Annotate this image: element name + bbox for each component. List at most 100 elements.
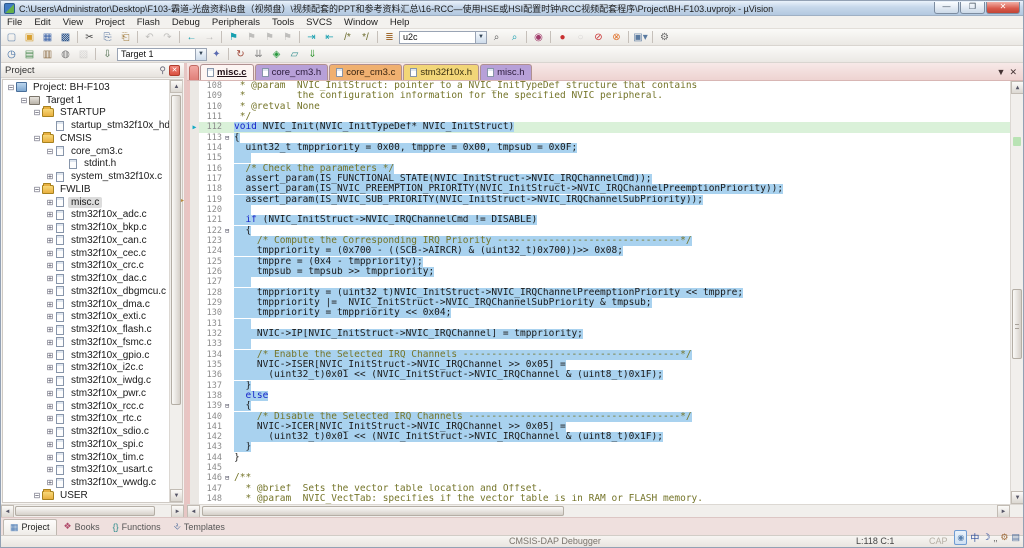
breakpoint-margin[interactable] <box>190 246 199 256</box>
breakpoint-margin[interactable] <box>190 401 199 411</box>
editor-tab-core_cm3-c[interactable]: core_cm3.c <box>329 64 402 80</box>
tree-item[interactable]: ⊞stm32f10x_gpio.c <box>3 349 169 362</box>
view-tab-project[interactable]: ▦Project <box>3 519 57 535</box>
tree-item[interactable]: ⊟USER <box>3 489 169 502</box>
memory-window-icon[interactable]: ◍ <box>57 47 74 62</box>
expand-icon[interactable]: ⊞ <box>45 172 55 181</box>
menu-svcs[interactable]: SVCS <box>300 16 338 28</box>
tree-item[interactable]: ⊞stm32f10x_can.c <box>3 234 169 247</box>
bookmark-prev-icon[interactable]: ⚑ <box>243 30 260 45</box>
tree-item[interactable]: ⊞stm32f10x_adc.c <box>3 209 169 222</box>
code-line[interactable]: 128 tmppriority = (uint32_t)NVIC_InitStr… <box>190 288 1023 298</box>
tree-item[interactable]: ⊞stm32f10x_wwdg.c <box>3 476 169 489</box>
find-in-files-icon[interactable]: ◉ <box>530 30 547 45</box>
incremental-find-icon[interactable]: ⌕ <box>506 30 523 45</box>
breakpoint-margin[interactable] <box>190 143 199 153</box>
tree-item[interactable]: ⊞stm32f10x_i2c.c <box>3 362 169 375</box>
editor-tab-stm32f10x-h[interactable]: stm32f10x.h <box>403 64 479 80</box>
breakpoint-margin[interactable] <box>190 432 199 442</box>
code-line[interactable]: ▶112void NVIC_Init(NVIC_InitTypeDef* NVI… <box>190 122 1023 132</box>
debug-session-icon[interactable]: ◷ <box>3 47 20 62</box>
expand-icon[interactable]: ⊞ <box>45 274 55 283</box>
tree-item[interactable]: startup_stm32f10x_hd.s <box>3 119 169 132</box>
tree-item[interactable]: ⊞stm32f10x_crc.c <box>3 260 169 273</box>
code-line[interactable]: 133 <box>190 339 1023 349</box>
tree-item[interactable]: ⊞stm32f10x_cec.c <box>3 247 169 260</box>
code-line[interactable]: 141 NVIC->ICER[NVIC_InitStruct->NVIC_IRQ… <box>190 422 1023 432</box>
menu-help[interactable]: Help <box>384 16 416 28</box>
breakpoint-margin[interactable] <box>190 153 199 163</box>
breakpoint-margin[interactable] <box>190 164 199 174</box>
tree-item[interactable]: ⊞stm32f10x_rcc.c <box>3 400 169 413</box>
view-tab-books[interactable]: ❖Books <box>58 519 106 535</box>
bookmark-clear-icon[interactable]: ⚑ <box>279 30 296 45</box>
save-all-icon[interactable]: ▩ <box>57 30 74 45</box>
code-line[interactable]: 145 <box>190 463 1023 473</box>
breakpoint-margin[interactable] <box>190 133 199 143</box>
scroll-thumb[interactable] <box>171 95 181 405</box>
fold-collapse-icon[interactable]: ⊟ <box>225 401 234 411</box>
undo-icon[interactable]: ↶ <box>141 30 158 45</box>
command-window-icon[interactable]: ▤ <box>21 47 38 62</box>
code-editor[interactable]: 108 * @param NVIC_InitStruct: pointer to… <box>187 81 1023 504</box>
pin-icon[interactable]: ⚲ <box>159 65 166 76</box>
code-line[interactable]: 111 */ <box>190 112 1023 122</box>
expand-icon[interactable]: ⊞ <box>45 440 55 449</box>
breakpoint-margin[interactable] <box>190 91 199 101</box>
paste-icon[interactable]: ⎗ <box>117 30 134 45</box>
close-document-icon[interactable]: ✕ <box>1009 67 1017 78</box>
breakpoint-margin[interactable] <box>190 360 199 370</box>
code-line[interactable]: 147 * @brief Sets the vector table locat… <box>190 484 1023 494</box>
scroll-up-icon[interactable]: ▲ <box>170 80 183 93</box>
expand-icon[interactable]: ⊞ <box>45 287 55 296</box>
breakpoint-margin[interactable] <box>190 174 199 184</box>
open-file-icon[interactable]: ▣ <box>21 30 38 45</box>
code-line[interactable]: 123 /* Compute the Corresponding IRQ Pri… <box>190 236 1023 246</box>
tree-item[interactable]: ⊞stm32f10x_rtc.c <box>3 413 169 426</box>
download-icon[interactable]: ⇓ <box>304 47 321 62</box>
chevron-down-icon[interactable]: ▼ <box>195 49 206 60</box>
rebuild-icon[interactable]: ◈ <box>268 47 285 62</box>
panel-close-icon[interactable]: ✕ <box>169 65 180 76</box>
ime-status-icon[interactable]: ◉ <box>954 530 967 545</box>
ime-keyboard-icon[interactable]: ▤ <box>1011 532 1020 543</box>
scroll-thumb[interactable] <box>1012 289 1022 359</box>
ime-tools-icon[interactable]: ⚙ <box>1000 532 1008 543</box>
scroll-thumb[interactable] <box>15 506 155 516</box>
code-line[interactable]: 113⊟{ <box>190 133 1023 143</box>
expand-icon[interactable]: ⊞ <box>45 325 55 334</box>
code-line[interactable]: 108 * @param NVIC_InitStruct: pointer to… <box>190 81 1023 91</box>
tree-item[interactable]: ⊞misc.c <box>3 196 169 209</box>
breakpoint-margin[interactable] <box>190 195 199 205</box>
expand-icon[interactable]: ⊞ <box>45 465 55 474</box>
target-select-combobox[interactable]: Target 1▼ <box>117 48 207 61</box>
breakpoint-margin[interactable] <box>190 484 199 494</box>
breakpoint-margin[interactable] <box>190 308 199 318</box>
breakpoint-margin[interactable] <box>190 319 199 329</box>
expand-icon[interactable]: ⊞ <box>45 363 55 372</box>
breakpoint-margin[interactable] <box>190 205 199 215</box>
project-tree-hscrollbar[interactable]: ◄ ► <box>1 504 184 517</box>
cut-icon[interactable]: ✂ <box>81 30 98 45</box>
scroll-down-icon[interactable]: ▼ <box>1011 491 1023 504</box>
expand-icon[interactable]: ⊞ <box>45 261 55 270</box>
breakpoint-margin[interactable] <box>190 298 199 308</box>
breakpoint-margin[interactable] <box>190 370 199 380</box>
expand-icon[interactable]: ⊞ <box>45 478 55 487</box>
code-line[interactable]: 143 } <box>190 442 1023 452</box>
breakpoint-margin[interactable] <box>190 350 199 360</box>
breakpoint-margin[interactable] <box>190 494 199 504</box>
code-line[interactable]: 118 assert_param(IS_NVIC_PREEMPTION_PRIO… <box>190 184 1023 194</box>
code-line[interactable]: 132 NVIC->IP[NVIC_InitStruct->NVIC_IRQCh… <box>190 329 1023 339</box>
expand-icon[interactable]: ⊞ <box>45 236 55 245</box>
expand-icon[interactable]: ⊞ <box>45 312 55 321</box>
code-line[interactable]: 146⊟/** <box>190 473 1023 483</box>
breakpoint-enable-icon[interactable]: ○ <box>572 30 589 45</box>
tree-item[interactable]: ⊟Target 1 <box>3 94 169 107</box>
editor-hscrollbar[interactable]: ◄ ► <box>187 504 1023 517</box>
splitter-collapse-icon[interactable]: ▸ <box>181 197 184 204</box>
close-button[interactable]: ✕ <box>986 2 1020 14</box>
chevron-down-icon[interactable]: ▼ <box>475 32 486 43</box>
tree-item[interactable]: ⊞stm32f10x_tim.c <box>3 451 169 464</box>
code-line[interactable]: 139⊟ { <box>190 401 1023 411</box>
